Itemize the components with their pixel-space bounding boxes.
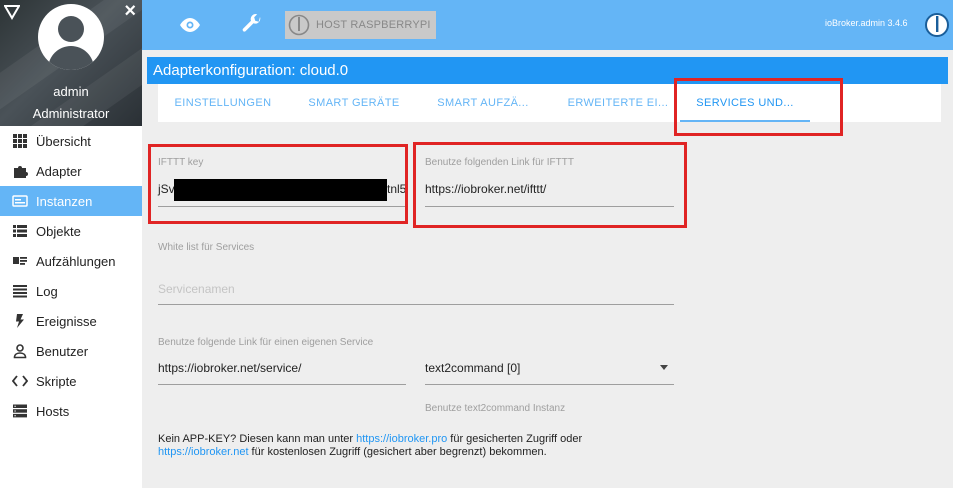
service-link-input[interactable] [158, 384, 406, 385]
ifttt-link-highlight-box [413, 142, 687, 228]
hosts-icon [12, 403, 28, 419]
iobroker-logo-icon [925, 13, 949, 37]
tab-smart-aufzaehlungen[interactable]: SMART AUFZÄ... [430, 84, 536, 122]
code-icon [12, 373, 28, 389]
sidebar-item-uebersicht[interactable]: Übersicht [0, 126, 142, 156]
info-text: für kostenlosen Zugriff (gesichert aber … [248, 446, 547, 458]
user-role: Administrator [32, 106, 110, 121]
close-icon[interactable]: × [124, 1, 136, 21]
iobroker-net-link[interactable]: https://iobroker.net [158, 446, 249, 458]
sidebar: × admin Administrator Übersicht Adapter … [0, 0, 142, 488]
sidebar-item-label: Objekte [36, 223, 81, 239]
enum-icon [12, 253, 28, 269]
tab-erweiterte-einstellungen[interactable]: ERWEITERTE EI... [562, 84, 674, 122]
tab-highlight-box [674, 78, 843, 136]
puzzle-icon [12, 163, 28, 179]
sidebar-item-label: Skripte [36, 373, 77, 389]
sidebar-item-instanzen[interactable]: Instanzen [0, 186, 142, 216]
service-link-label: Benutze folgende Link für einen eigenen … [158, 337, 374, 348]
sidebar-item-adapter[interactable]: Adapter [0, 156, 142, 186]
service-link-value: https://iobroker.net/service/ [158, 361, 302, 375]
instances-icon [12, 193, 28, 209]
app-key-info: Kein APP-KEY? Diesen kann man unter http… [158, 433, 582, 459]
sidebar-item-skripte[interactable]: Skripte [0, 366, 142, 396]
sidebar-item-label: Ereignisse [36, 313, 97, 329]
chevron-down-icon[interactable] [660, 365, 668, 370]
whitelist-input[interactable] [158, 304, 674, 305]
sidebar-nav: Übersicht Adapter Instanzen Objekte Aufz… [0, 126, 142, 426]
sidebar-item-ereignisse[interactable]: Ereignisse [0, 306, 142, 336]
list-icon [12, 223, 28, 239]
sidebar-item-objekte[interactable]: Objekte [0, 216, 142, 246]
sidebar-item-label: Benutzer [36, 343, 89, 359]
sidebar-item-label: Übersicht [36, 133, 91, 149]
iobroker-logo-icon [288, 14, 310, 36]
sidebar-item-label: Hosts [36, 403, 70, 419]
sidebar-item-hosts[interactable]: Hosts [0, 396, 142, 426]
whitelist-placeholder: Servicenamen [158, 282, 235, 296]
menu-toggle-icon[interactable] [4, 4, 20, 20]
tab-smart-geraete[interactable]: SMART GERÄTE [304, 84, 404, 122]
sidebar-item-label: Instanzen [36, 193, 93, 209]
tab-einstellungen[interactable]: EINSTELLUNGEN [166, 84, 280, 122]
wrench-icon[interactable] [240, 13, 264, 37]
host-selector-button[interactable]: HOST RASPBERRYPI [285, 11, 436, 39]
text2command-select[interactable] [425, 384, 674, 385]
sidebar-item-label: Adapter [36, 163, 82, 179]
sidebar-item-aufzaehlungen[interactable]: Aufzählungen [0, 246, 142, 276]
top-bar: HOST RASPBERRYPI ioBroker.admin 3.4.6 [142, 0, 953, 50]
text2command-helper: Benutze text2command Instanz [425, 403, 566, 414]
ifttt-key-highlight-box [148, 144, 408, 224]
avatar [38, 4, 104, 70]
bolt-icon [12, 313, 28, 329]
info-text: für gesicherten Zugriff oder [447, 433, 583, 445]
whitelist-label: White list für Services [158, 242, 255, 253]
text2command-select-value[interactable]: text2command [0] [425, 361, 520, 375]
log-icon [12, 283, 28, 299]
info-text: Kein APP-KEY? Diesen kann man unter [158, 433, 357, 445]
sidebar-header: × admin Administrator [0, 0, 142, 126]
sidebar-item-log[interactable]: Log [0, 276, 142, 306]
grid-icon [12, 133, 28, 149]
eye-icon[interactable] [178, 13, 202, 37]
sidebar-item-label: Aufzählungen [36, 253, 116, 269]
user-icon [12, 343, 28, 359]
host-label: HOST RASPBERRYPI [316, 19, 431, 31]
sidebar-item-benutzer[interactable]: Benutzer [0, 336, 142, 366]
version-label: ioBroker.admin 3.4.6 [825, 18, 908, 28]
iobroker-pro-link[interactable]: https://iobroker.pro [356, 433, 447, 445]
sidebar-item-label: Log [36, 283, 58, 299]
user-name: admin [53, 84, 89, 99]
